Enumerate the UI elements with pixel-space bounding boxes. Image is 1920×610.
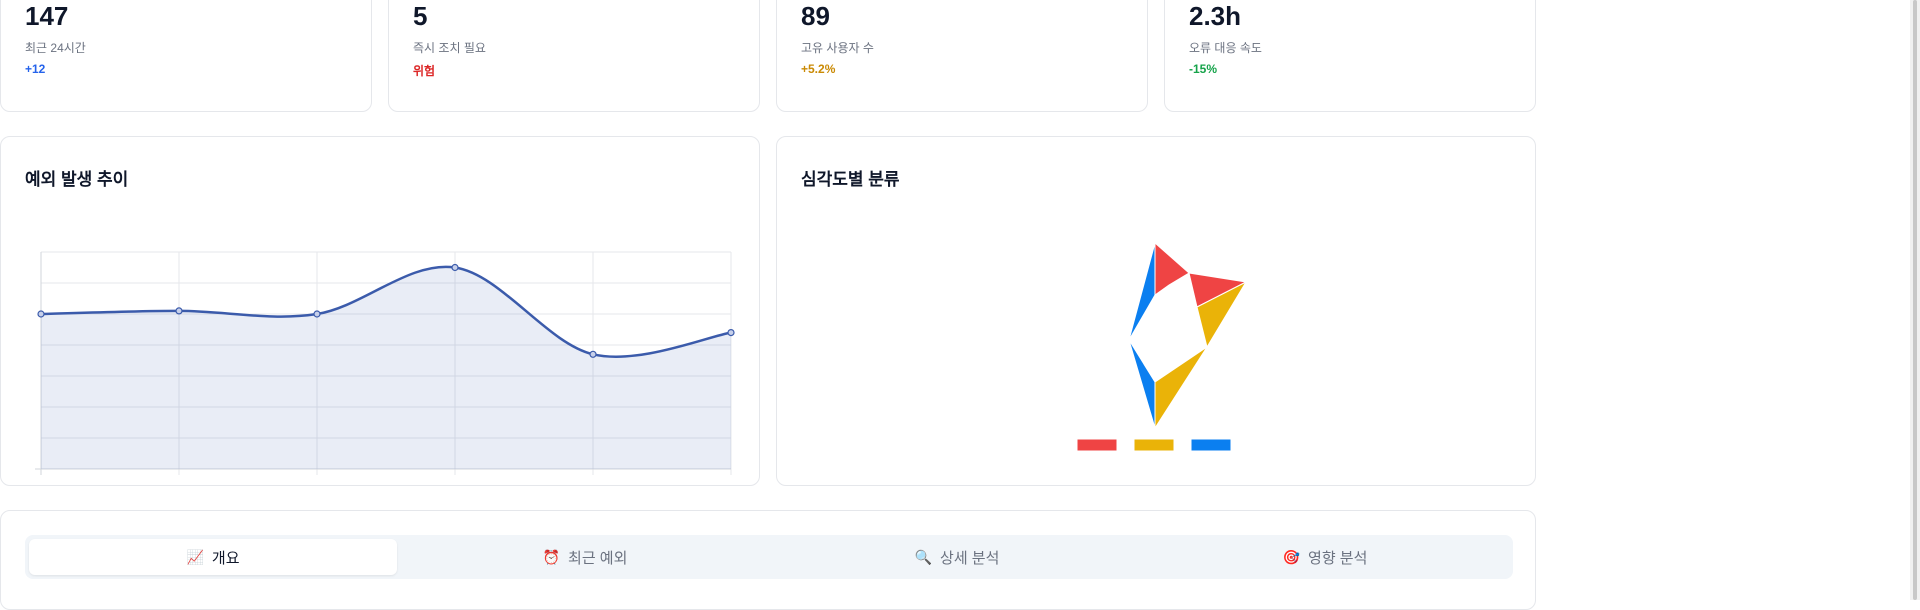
pie-slice[interactable] xyxy=(1128,242,1156,341)
tab-recent-exceptions[interactable]: ⏰ 최근 예외 xyxy=(401,539,769,575)
page-scrollbar[interactable] xyxy=(1910,0,1920,600)
data-point[interactable] xyxy=(313,310,321,318)
tab-label: 상세 분석 xyxy=(940,549,1000,567)
data-point[interactable] xyxy=(37,310,45,318)
stat-label: 고유 사용자 수 xyxy=(801,41,874,55)
alarm-clock-icon: ⏰ xyxy=(542,548,561,565)
stat-delta: +5.2% xyxy=(801,62,836,76)
tab-label: 영향 분석 xyxy=(1308,549,1368,567)
stat-card-users: 89 고유 사용자 수 +5.2% xyxy=(776,0,1148,112)
severity-chart-panel: 심각도별 분류 xyxy=(776,136,1536,486)
tab-bar: 📈 개요 ⏰ 최근 예외 🔍 상세 분석 🎯 영향 분석 xyxy=(25,535,1513,579)
stat-value: 5 xyxy=(413,1,428,31)
legend-swatch xyxy=(1190,438,1232,452)
chart-increasing-icon: 📈 xyxy=(186,548,204,565)
legend-swatch xyxy=(1076,438,1118,452)
data-point[interactable] xyxy=(451,263,459,272)
data-point[interactable] xyxy=(175,307,183,315)
data-point[interactable] xyxy=(589,350,597,358)
target-icon: 🎯 xyxy=(1282,548,1301,565)
trend-chart xyxy=(35,251,735,475)
stat-label: 오류 대응 속도 xyxy=(1189,41,1262,55)
pie-slice[interactable] xyxy=(1154,346,1208,430)
stat-card-critical: 5 즉시 조치 필요 위험 xyxy=(388,0,760,112)
series-area xyxy=(41,266,731,469)
stat-delta: -15% xyxy=(1189,62,1218,76)
stat-label: 즉시 조치 필요 xyxy=(413,41,486,55)
tab-label: 최근 예외 xyxy=(568,549,628,567)
severity-chart xyxy=(1076,241,1248,452)
stat-value: 2.3h xyxy=(1189,1,1242,31)
stat-value: 89 xyxy=(801,1,830,31)
stat-card-response-time: 2.3h 오류 대응 속도 -15% xyxy=(1164,0,1536,112)
stat-label: 최근 24시간 xyxy=(25,41,86,55)
tab-overview[interactable]: 📈 개요 xyxy=(29,539,397,575)
pie-slice[interactable] xyxy=(1154,241,1190,296)
stat-delta: 위험 xyxy=(413,64,436,78)
stat-value: 147 xyxy=(25,1,69,31)
scrollbar-thumb[interactable] xyxy=(1913,0,1917,600)
tab-detail-analysis[interactable]: 🔍 상세 분석 xyxy=(773,539,1141,575)
tab-impact-analysis[interactable]: 🎯 영향 분석 xyxy=(1141,539,1509,575)
tabs-panel: 📈 개요 ⏰ 최근 예외 🔍 상세 분석 🎯 영향 분석 xyxy=(0,510,1536,610)
trend-chart-panel: 예외 발생 추이 xyxy=(0,136,760,486)
magnifier-icon: 🔍 xyxy=(914,548,933,565)
stat-card-total: 147 최근 24시간 +12 xyxy=(0,0,372,112)
pie-slice[interactable] xyxy=(1128,339,1156,429)
tab-label: 개요 xyxy=(211,549,240,567)
data-point[interactable] xyxy=(727,329,735,337)
stat-delta: +12 xyxy=(25,62,46,76)
legend-swatch xyxy=(1133,438,1175,452)
